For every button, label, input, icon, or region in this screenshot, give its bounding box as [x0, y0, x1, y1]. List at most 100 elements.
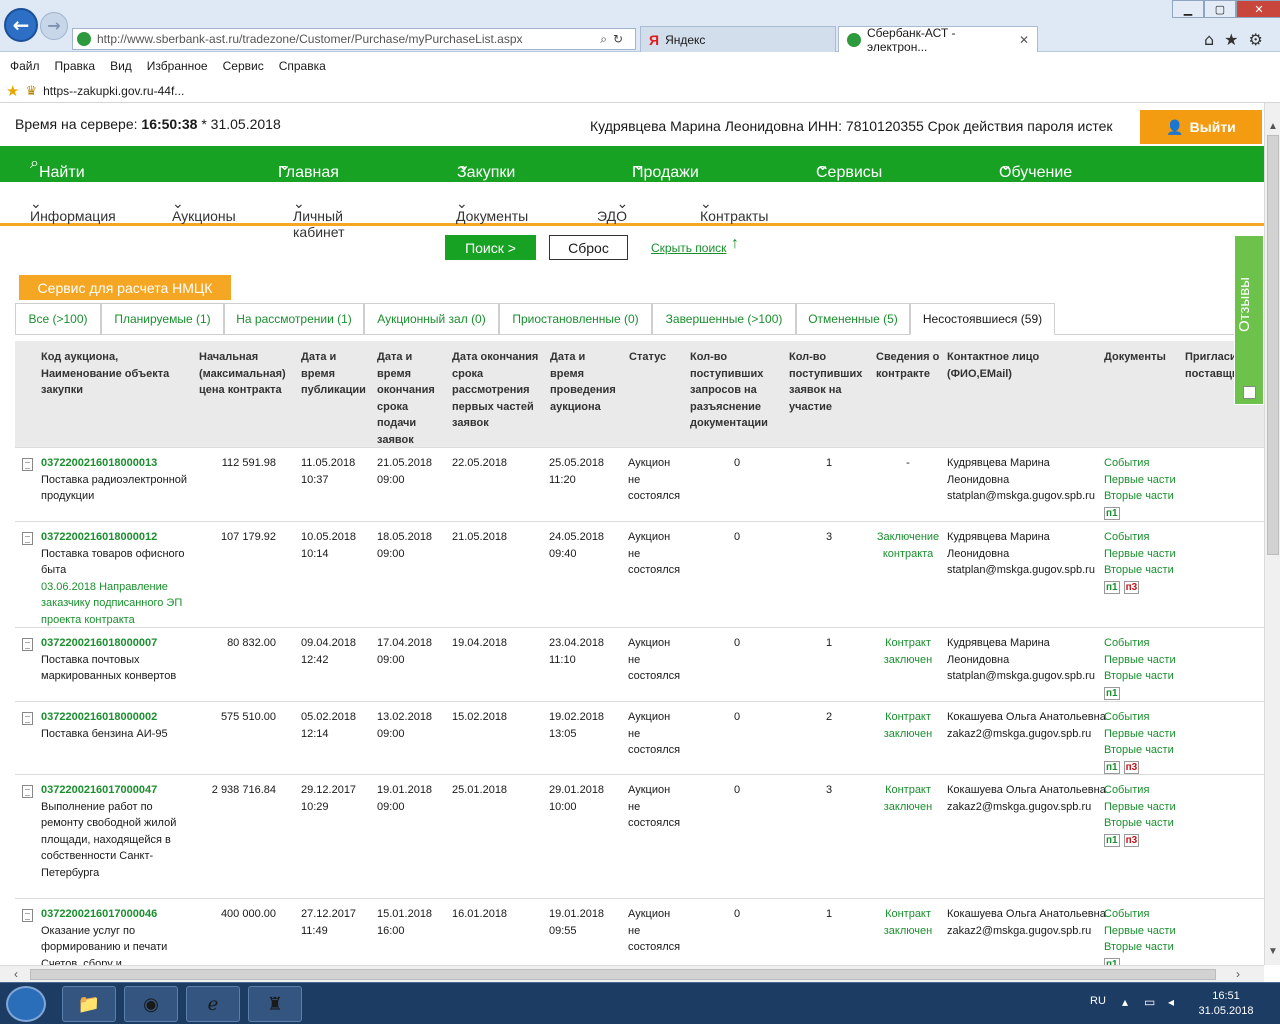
document-link[interactable]: Вторые части [1104, 564, 1174, 576]
subnav-contracts[interactable]: Контракты ⌄ [700, 195, 768, 224]
feedback-tab[interactable]: Отзывы [1234, 235, 1264, 405]
document-link[interactable]: Вторые части [1104, 817, 1174, 829]
menu-file[interactable]: Файл [10, 59, 40, 73]
col-contact[interactable]: Контактное лицо (ФИО,EMail) [947, 349, 1057, 382]
subnav-documents[interactable]: Документы ⌄ [456, 195, 528, 224]
browser-tab-yandex[interactable]: Я Яндекс [640, 26, 836, 52]
network-icon[interactable]: ▭ [1144, 995, 1155, 1009]
document-link[interactable]: События [1104, 784, 1149, 796]
scroll-thumb[interactable] [30, 969, 1216, 980]
col-published[interactable]: Дата и время публикации [301, 349, 369, 399]
nmck-service-button[interactable]: Сервис для расчета НМЦК [19, 275, 231, 300]
part-badge[interactable]: п3 [1123, 580, 1140, 594]
scroll-down-icon[interactable]: ▼ [1268, 946, 1278, 957]
subnav-cabinet[interactable]: Личный кабинет ⌄ [293, 195, 345, 240]
clock[interactable]: 16:51 31.05.2018 [1196, 989, 1256, 1019]
part-badge[interactable]: п1 [1104, 833, 1120, 847]
document-icon[interactable] [22, 909, 33, 922]
document-link[interactable]: Первые части [1104, 801, 1176, 813]
home-icon[interactable]: ⌂ [1204, 30, 1214, 49]
document-link[interactable]: События [1104, 637, 1149, 649]
document-link[interactable]: Первые части [1104, 728, 1176, 740]
subnav-auctions[interactable]: Аукционы ⌄ [172, 195, 236, 224]
contract-info[interactable]: Контракт заключен [884, 711, 932, 740]
menu-help[interactable]: Справка [279, 59, 326, 73]
logout-button[interactable]: 👤 Выйти [1140, 110, 1262, 144]
contract-info[interactable]: Контракт заключен [884, 784, 932, 813]
scroll-left-icon[interactable]: ‹ [14, 967, 18, 981]
tab-all[interactable]: Все (>100) [15, 303, 101, 335]
col-auction-date[interactable]: Дата и время проведения аукциона [550, 349, 622, 415]
nav-sales[interactable]: Продажи ⌄ [632, 155, 699, 181]
document-link[interactable]: Первые части [1104, 474, 1176, 486]
volume-icon[interactable]: ◂ [1168, 995, 1174, 1009]
favorites-star-icon[interactable]: ★ [1224, 30, 1238, 49]
document-link[interactable]: Вторые части [1104, 941, 1174, 953]
reset-button[interactable]: Сброс [549, 235, 628, 260]
auction-code-link[interactable]: 0372200216018000013 [41, 457, 157, 469]
close-window-icon[interactable]: ✕ [1236, 0, 1280, 18]
address-bar[interactable]: http://www.sberbank-ast.ru/tradezone/Cus… [72, 28, 636, 50]
search-button[interactable]: Поиск > [445, 235, 536, 260]
document-icon[interactable] [22, 785, 33, 798]
search-refresh-icons[interactable]: ⌕↻ [600, 32, 629, 47]
tray-arrow-icon[interactable]: ▴ [1122, 995, 1128, 1009]
auction-code-link[interactable]: 0372200216017000046 [41, 908, 157, 920]
menu-edit[interactable]: Правка [55, 59, 96, 73]
part-badge[interactable]: п1 [1104, 686, 1120, 700]
explorer-icon[interactable]: 📁 [62, 986, 116, 1022]
col-documents[interactable]: Документы [1104, 349, 1180, 366]
menu-favorites[interactable]: Избранное [147, 59, 208, 73]
document-link[interactable]: События [1104, 457, 1149, 469]
scroll-thumb[interactable] [1267, 135, 1279, 555]
tab-completed[interactable]: Завершенные (>100) [652, 303, 796, 335]
auction-code-link[interactable]: 0372200216018000012 [41, 531, 157, 543]
col-bids[interactable]: Кол-во поступивших заявок на участие [789, 349, 867, 415]
tab-auction-hall[interactable]: Аукционный зал (0) [364, 303, 499, 335]
nav-services[interactable]: Сервисы ⌄ [816, 155, 882, 181]
tab-under-review[interactable]: На рассмотрении (1) [224, 303, 364, 335]
document-link[interactable]: Первые части [1104, 925, 1176, 937]
auction-code-link[interactable]: 0372200216018000007 [41, 637, 157, 649]
nav-purchases[interactable]: Закупки ⌄ [457, 155, 515, 181]
close-tab-icon[interactable]: ✕ [1019, 33, 1029, 47]
address-url[interactable]: http://www.sberbank-ast.ru/tradezone/Cus… [97, 32, 523, 46]
document-icon[interactable] [22, 532, 33, 545]
document-icon[interactable] [22, 712, 33, 725]
nav-training[interactable]: Обучение ⌄ [999, 155, 1072, 181]
hide-search-link[interactable]: Скрыть поиск ↑ [651, 235, 739, 255]
col-status[interactable]: Статус [629, 349, 685, 366]
auction-code-link[interactable]: 0372200216018000002 [41, 711, 157, 723]
subnav-info[interactable]: Информация ⌄ [30, 195, 116, 224]
document-link[interactable]: События [1104, 531, 1149, 543]
document-link[interactable]: События [1104, 908, 1149, 920]
browser-tab-sberbank[interactable]: Сбербанк-АСТ - электрон... ✕ [838, 26, 1038, 54]
tab-cancelled[interactable]: Отмененные (5) [796, 303, 910, 335]
favorites-star-icon[interactable]: ★ [6, 82, 19, 100]
app-icon[interactable]: ♜ [248, 986, 302, 1022]
scroll-right-icon[interactable]: › [1236, 967, 1240, 981]
internet-explorer-icon[interactable]: ℯ [186, 986, 240, 1022]
col-code[interactable]: Код аукциона, Наименование объекта закуп… [41, 349, 191, 399]
nav-find-procedure[interactable]: ⌕ Найти процедуру [30, 155, 117, 199]
start-button[interactable] [6, 986, 46, 1022]
contract-info[interactable]: Заключение контракта [877, 531, 939, 560]
tab-suspended[interactable]: Приостановленные (0) [499, 303, 652, 335]
col-price[interactable]: Начальная (максимальная) цена контракта [199, 349, 293, 399]
chrome-icon[interactable]: ◉ [124, 986, 178, 1022]
menu-view[interactable]: Вид [110, 59, 132, 73]
menu-tools[interactable]: Сервис [223, 59, 264, 73]
part-badge[interactable]: п3 [1123, 760, 1140, 774]
part-badge[interactable]: п1 [1104, 580, 1120, 594]
settings-gear-icon[interactable]: ⚙ [1249, 30, 1263, 49]
document-link[interactable]: События [1104, 711, 1149, 723]
maximize-icon[interactable]: ▢ [1204, 0, 1236, 18]
col-review-end[interactable]: Дата окончания срока рассмотрения первых… [452, 349, 544, 432]
minimize-icon[interactable]: ▁ [1172, 0, 1204, 18]
contract-info[interactable]: Контракт заключен [884, 908, 932, 937]
favorite-link[interactable]: https--zakupki.gov.ru-44f... [43, 84, 184, 98]
document-link[interactable]: Вторые части [1104, 670, 1174, 682]
document-link[interactable]: Вторые части [1104, 744, 1174, 756]
document-link[interactable]: Первые части [1104, 548, 1176, 560]
vertical-scrollbar[interactable]: ▲ ▼ [1264, 103, 1280, 965]
